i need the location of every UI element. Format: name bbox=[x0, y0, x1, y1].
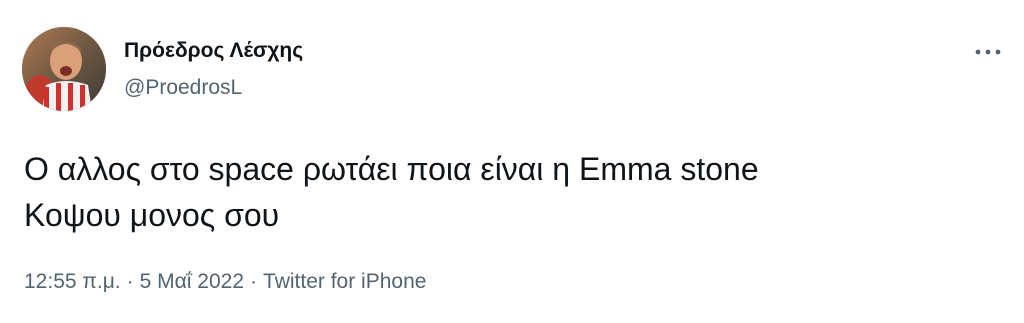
avatar-photo bbox=[22, 27, 106, 111]
tweet-text-line: Ο αλλος στο space ρωτάει ποια είναι η Em… bbox=[24, 151, 759, 187]
timestamp-link[interactable]: 12:55 π.μ. · 5 Μαΐ 2022 bbox=[24, 270, 244, 293]
tweet: Πρόεδρος Λέσχης @ProedrosL Ο αλλος στο s… bbox=[0, 0, 1024, 323]
author[interactable]: Πρόεδρος Λέσχης @ProedrosL bbox=[124, 38, 303, 101]
source-link[interactable]: Twitter for iPhone bbox=[263, 270, 426, 293]
more-button[interactable] bbox=[972, 40, 1004, 64]
tweet-text: Ο αλλος στο space ρωτάει ποια είναι η Em… bbox=[24, 146, 1004, 238]
avatar[interactable] bbox=[22, 27, 106, 111]
handle[interactable]: @ProedrosL bbox=[124, 75, 303, 101]
display-name[interactable]: Πρόεδρος Λέσχης bbox=[124, 38, 303, 64]
tweet-text-line: Κοψου μονος σου bbox=[24, 197, 280, 233]
separator: · bbox=[250, 270, 258, 293]
separator: · bbox=[126, 270, 134, 293]
tweet-time: 12:55 π.μ. bbox=[24, 270, 121, 293]
more-dots-icon bbox=[975, 49, 1001, 55]
tweet-meta: 12:55 π.μ. · 5 Μαΐ 2022 · Twitter for iPhone bbox=[24, 268, 426, 296]
tweet-date: 5 Μαΐ 2022 bbox=[139, 270, 245, 293]
